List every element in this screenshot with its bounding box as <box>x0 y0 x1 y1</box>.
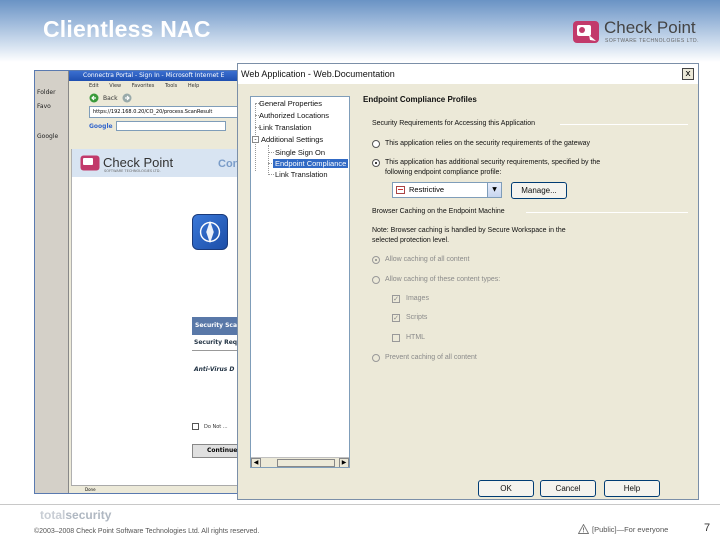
scroll-right-icon[interactable]: ▶ <box>339 458 349 467</box>
menu-item[interactable]: Help <box>188 83 199 89</box>
browser-window: Folder Favo Google Connectra Portal - Si… <box>34 70 244 494</box>
slide-header: Clientless NAC Check Point SOFTWARE TECH… <box>0 0 720 62</box>
collapse-icon[interactable]: - <box>252 136 259 143</box>
portal-checkbox[interactable] <box>192 423 199 430</box>
chevron-down-icon[interactable]: ▼ <box>487 183 501 197</box>
tree-horizontal-scrollbar[interactable]: ◀ ▶ <box>251 457 349 467</box>
compliance-profile-value: Restrictive <box>409 185 445 194</box>
close-button[interactable]: x <box>682 68 694 80</box>
radio-allow-types-caching[interactable] <box>372 276 380 284</box>
brand-name: Check Point <box>604 18 696 37</box>
browser-left-strip: Folder Favo Google <box>35 71 69 493</box>
scripts-label: Scripts <box>406 314 428 321</box>
left-strip-label: Folder <box>37 89 56 96</box>
google-toolbar: Google <box>89 120 241 132</box>
images-label: Images <box>406 295 429 302</box>
security-scan-icon <box>192 214 228 250</box>
checkbox-images[interactable]: ✓ <box>392 295 400 303</box>
radio-allow-all-caching[interactable] <box>372 256 380 264</box>
google-label: Google <box>89 122 113 130</box>
footer-copyright: ©2003–2008 Check Point Software Technolo… <box>34 528 260 535</box>
tree-item-general-properties[interactable]: General Properties <box>259 99 322 108</box>
html-label: HTML <box>406 334 426 341</box>
left-strip-label: Favo <box>37 103 51 110</box>
group-divider <box>560 124 688 125</box>
caching-note-2: selected protection level. <box>372 237 450 244</box>
address-bar[interactable]: https://192.168.0.20/CO_20/process.ScanR… <box>89 106 241 118</box>
profile-icon <box>396 186 405 194</box>
security-requirements-label: Security Req <box>194 339 238 346</box>
cancel-button[interactable]: Cancel <box>540 480 596 497</box>
footer-divider <box>0 504 720 505</box>
menu-item[interactable]: Edit <box>89 83 99 89</box>
group-security-requirements: Security Requirements for Accessing this… <box>372 120 536 127</box>
radio-additional-label-1: This application has additional security… <box>385 159 601 166</box>
tree-item-additional-settings[interactable]: Additional Settings <box>261 135 323 144</box>
portal-page: Check Point SOFTWARE TECHNOLOGIES LTD. C… <box>71 149 243 489</box>
prevent-caching-label: Prevent caching of all content <box>385 354 477 361</box>
brand-tagline: SOFTWARE TECHNOLOGIES LTD. <box>605 38 700 44</box>
portal-checkbox-label: Do Not ... <box>204 424 228 430</box>
radio-prevent-caching[interactable] <box>372 354 380 362</box>
tree-connector <box>268 145 269 173</box>
dialog-title: Web Application - Web.Documentation <box>238 64 698 84</box>
caching-note-1: Note: Browser caching is handled by Secu… <box>372 227 566 234</box>
tree-item-single-sign-on[interactable]: Single Sign On <box>275 148 325 157</box>
settings-tree: - General Properties Authorized Location… <box>250 96 350 468</box>
scroll-left-icon[interactable]: ◀ <box>251 458 261 467</box>
radio-additional-label-2: following endpoint compliance profile: <box>385 169 502 176</box>
google-search-input[interactable] <box>115 121 226 131</box>
checkbox-scripts[interactable]: ✓ <box>392 314 400 322</box>
menu-item[interactable]: Favorites <box>132 83 155 89</box>
footer-classification: [Public]—For everyone <box>592 525 669 534</box>
checkbox-html[interactable] <box>392 334 400 342</box>
check-point-logo-icon <box>80 155 100 171</box>
back-arrow-icon[interactable] <box>89 93 99 103</box>
allow-types-caching-label: Allow caching of these content types: <box>385 276 501 283</box>
menu-item[interactable]: Tools <box>165 83 177 89</box>
radio-additional-requirements[interactable] <box>372 159 380 167</box>
tree-connector <box>268 152 274 153</box>
group-divider <box>526 212 688 213</box>
radio-gateway-requirements[interactable] <box>372 140 380 148</box>
manage-button[interactable]: Manage... <box>511 182 567 199</box>
forward-arrow-icon[interactable] <box>122 93 132 103</box>
footer-brand-a: total <box>40 508 66 522</box>
web-application-dialog: Web Application - Web.Documentation x - … <box>237 63 699 500</box>
browser-status-bar: Done <box>71 485 243 493</box>
portal-brand: Check Point <box>103 155 174 170</box>
portal-header: Check Point SOFTWARE TECHNOLOGIES LTD. C… <box>72 149 243 177</box>
compliance-profile-select[interactable]: Restrictive ▼ <box>392 182 502 198</box>
tree-item-link-translation[interactable]: Link Translation <box>259 123 312 132</box>
warning-icon <box>578 524 589 534</box>
tree-connector <box>268 174 274 175</box>
antivirus-label: Anti-Virus D <box>194 366 235 373</box>
scroll-thumb[interactable] <box>277 459 335 467</box>
total-security-logo: totalsecurity <box>40 508 111 522</box>
ok-button[interactable]: OK <box>478 480 534 497</box>
portal-brand-tag: SOFTWARE TECHNOLOGIES LTD. <box>104 169 161 173</box>
menu-item[interactable]: View <box>109 83 121 89</box>
back-button[interactable]: Back <box>103 95 118 102</box>
tree-item-endpoint-compliance[interactable]: Endpoint Compliance <box>273 159 349 168</box>
footer-brand-b: security <box>65 508 112 522</box>
tree-item-link-translation-sub[interactable]: Link Translation <box>275 170 328 179</box>
radio-gateway-label: This application relies on the security … <box>385 140 591 147</box>
page-number: 7 <box>704 522 711 534</box>
section-title: Endpoint Compliance Profiles <box>363 95 477 104</box>
group-browser-caching: Browser Caching on the Endpoint Machine <box>372 208 505 215</box>
check-point-logo-icon <box>573 21 599 43</box>
tree-item-authorized-locations[interactable]: Authorized Locations <box>259 111 329 120</box>
help-button[interactable]: Help <box>604 480 660 497</box>
allow-all-caching-label: Allow caching of all content <box>385 256 470 263</box>
left-strip-label: Google <box>37 133 59 140</box>
slide-title: Clientless NAC <box>43 16 211 42</box>
